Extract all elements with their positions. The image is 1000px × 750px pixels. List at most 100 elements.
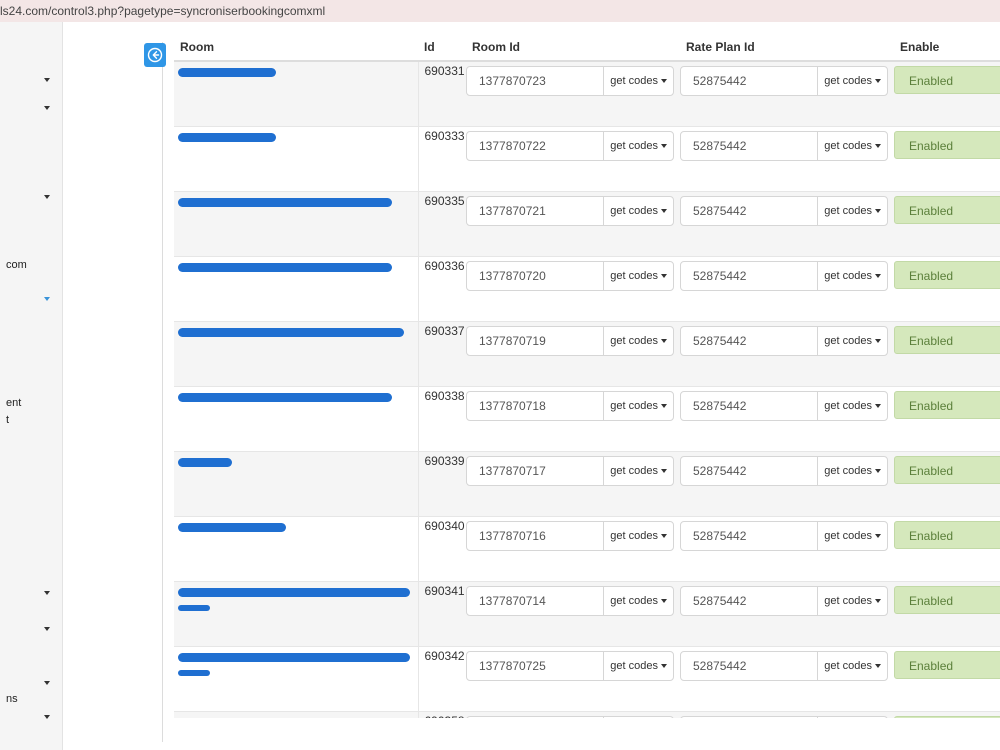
get-codes-button[interactable]: get codes (817, 392, 887, 420)
rate-plan-id-input-group: 52875442 get codes (680, 456, 888, 486)
rate-plan-id-input[interactable]: 52875442 (681, 652, 817, 680)
room-name-cell (174, 191, 418, 257)
rate-plan-id-input[interactable]: 52875442 (681, 522, 817, 550)
redaction-mark (178, 523, 286, 532)
sidebar-item-label[interactable]: ns (6, 693, 18, 705)
room-id-input[interactable]: 1377870725 (467, 652, 603, 680)
room-id-cell: 1377870714 get codes (466, 581, 680, 647)
enabled-toggle-button[interactable]: Enabled (894, 716, 1000, 718)
chevron-down-icon[interactable] (44, 681, 50, 685)
rate-plan-id-input[interactable]: 52875442 (681, 717, 817, 718)
room-name-cell (174, 451, 418, 517)
enable-cell: Enabled (894, 646, 1000, 712)
address-bar[interactable]: ls24.com/control3.php?pagetype=syncronis… (0, 0, 1000, 22)
get-codes-button[interactable]: get codes (817, 67, 887, 95)
table-row: 690340 1377870716 get codes 52875442 get… (174, 516, 1000, 582)
enabled-toggle-button[interactable]: Enabled (894, 521, 1000, 549)
column-header-id: Id (418, 34, 466, 62)
id-cell: 690341 (417, 581, 466, 647)
get-codes-label: get codes (610, 717, 658, 718)
caret-down-icon (661, 599, 667, 603)
chevron-down-icon[interactable] (44, 195, 50, 199)
sidebar-item-label[interactable]: com (6, 259, 27, 271)
chevron-down-icon[interactable] (44, 715, 50, 719)
sidebar: com ent t ns (0, 22, 63, 750)
redaction-mark (178, 133, 276, 142)
get-codes-button[interactable]: get codes (817, 327, 887, 355)
column-header-enable: Enable (894, 34, 1000, 62)
rate-plan-id-input[interactable]: 52875442 (681, 67, 817, 95)
rate-plan-id-input[interactable]: 52875442 (681, 197, 817, 225)
get-codes-button[interactable]: get codes (817, 522, 887, 550)
room-id-input[interactable]: 1377870723 (467, 67, 603, 95)
rate-plan-id-input-group: 52875442 get codes (680, 131, 888, 161)
rate-plan-id-input[interactable]: 52875442 (681, 587, 817, 615)
room-id-input[interactable]: 1377870718 (467, 392, 603, 420)
sidebar-item-label[interactable]: ent (6, 397, 21, 409)
room-id-input[interactable]: 1377870724 (467, 717, 603, 718)
enabled-toggle-button[interactable]: Enabled (894, 586, 1000, 614)
room-id-cell: 1377870725 get codes (466, 646, 680, 712)
room-id-input[interactable]: 1377870721 (467, 197, 603, 225)
room-name-cell (174, 711, 418, 718)
sidebar-item-label[interactable]: t (6, 414, 9, 426)
caret-down-icon (661, 469, 667, 473)
get-codes-button[interactable]: get codes (817, 587, 887, 615)
get-codes-button[interactable]: get codes (603, 67, 673, 95)
get-codes-button[interactable]: get codes (817, 262, 887, 290)
room-name-cell (174, 126, 418, 192)
get-codes-button[interactable]: get codes (603, 717, 673, 718)
enabled-toggle-button[interactable]: Enabled (894, 131, 1000, 159)
get-codes-button[interactable]: get codes (817, 197, 887, 225)
chevron-down-icon[interactable] (44, 106, 50, 110)
get-codes-button[interactable]: get codes (603, 457, 673, 485)
get-codes-button[interactable]: get codes (817, 717, 887, 718)
enabled-toggle-button[interactable]: Enabled (894, 651, 1000, 679)
redaction-mark (178, 605, 210, 611)
get-codes-button[interactable]: get codes (603, 652, 673, 680)
room-id-input[interactable]: 1377870720 (467, 262, 603, 290)
rate-plan-id-input[interactable]: 52875442 (681, 392, 817, 420)
caret-down-icon (875, 469, 881, 473)
get-codes-button[interactable]: get codes (603, 132, 673, 160)
get-codes-button[interactable]: get codes (603, 522, 673, 550)
get-codes-button[interactable]: get codes (603, 197, 673, 225)
get-codes-label: get codes (610, 140, 658, 152)
rate-plan-id-input[interactable]: 52875442 (681, 132, 817, 160)
rate-plan-id-input[interactable]: 52875442 (681, 327, 817, 355)
chevron-down-icon[interactable] (44, 627, 50, 631)
get-codes-button[interactable]: get codes (817, 457, 887, 485)
room-id-input[interactable]: 1377870714 (467, 587, 603, 615)
enabled-toggle-button[interactable]: Enabled (894, 196, 1000, 224)
enabled-toggle-button[interactable]: Enabled (894, 326, 1000, 354)
rate-plan-id-input[interactable]: 52875442 (681, 457, 817, 485)
room-name-cell (174, 646, 418, 712)
table-row: 690333 1377870722 get codes 52875442 get… (174, 126, 1000, 192)
enabled-toggle-button[interactable]: Enabled (894, 66, 1000, 94)
chevron-down-icon[interactable] (44, 78, 50, 82)
room-id-input[interactable]: 1377870722 (467, 132, 603, 160)
caret-down-icon (661, 144, 667, 148)
get-codes-button[interactable]: get codes (817, 132, 887, 160)
chevron-down-icon[interactable] (44, 297, 50, 301)
get-codes-button[interactable]: get codes (603, 392, 673, 420)
room-id-input[interactable]: 1377870717 (467, 457, 603, 485)
room-id-input-group: 1377870721 get codes (466, 196, 674, 226)
get-codes-button[interactable]: get codes (603, 327, 673, 355)
room-id-input[interactable]: 1377870719 (467, 327, 603, 355)
get-codes-button[interactable]: get codes (603, 262, 673, 290)
get-codes-button[interactable]: get codes (817, 652, 887, 680)
table-row: 690339 1377870717 get codes 52875442 get… (174, 451, 1000, 517)
get-codes-button[interactable]: get codes (603, 587, 673, 615)
enabled-toggle-button[interactable]: Enabled (894, 261, 1000, 289)
room-id-cell: 1377870721 get codes (466, 191, 680, 257)
room-id-input[interactable]: 1377870716 (467, 522, 603, 550)
chevron-down-icon[interactable] (44, 591, 50, 595)
room-id-input-group: 1377870720 get codes (466, 261, 674, 291)
rate-plan-id-input-group: 52875442 get codes (680, 261, 888, 291)
enabled-toggle-button[interactable]: Enabled (894, 391, 1000, 419)
enabled-toggle-button[interactable]: Enabled (894, 456, 1000, 484)
room-name-cell (174, 60, 418, 127)
rate-plan-id-input[interactable]: 52875442 (681, 262, 817, 290)
collapse-sidebar-button[interactable] (144, 43, 166, 67)
